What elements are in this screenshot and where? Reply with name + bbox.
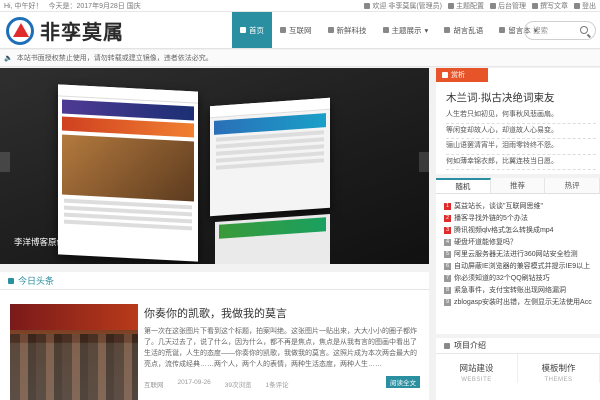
notice-bar: 🔈 本站书面授权禁止使用，请勿转载或建立镜像，违者依法必究。 — [0, 50, 600, 67]
user-icon — [364, 2, 371, 9]
list-item[interactable]: 8 紧急事件，支付宝转账出现网络漏洞 — [444, 284, 594, 296]
home-icon — [240, 27, 246, 33]
page: { "topbar": { "greeting": "Hi, 中午好！", "d… — [0, 0, 600, 400]
greeting-text: Hi, 中午好！ — [4, 2, 43, 10]
bookmark-icon — [8, 277, 14, 284]
panel-title: 今日头条 — [18, 276, 55, 286]
globe-icon — [280, 27, 286, 33]
list-item[interactable]: 3 腾讯视频qlv格式怎么转换成mp4 — [444, 224, 594, 236]
list-item[interactable]: 4 硬盘坏道能修复吗？ — [444, 236, 594, 248]
chat-icon — [444, 27, 451, 33]
panel-header: 今日头条 — [0, 272, 429, 290]
today-headline-panel: 今日头条 你奏你的凯歌，我做我的莫言 第一次在这张图片下看到这个标题，拍案叫绝。… — [0, 272, 429, 400]
main-nav: 首页 互联网 新鲜科技 主题展示 ▾ 胡言乱语 留言本 ▾ — [232, 12, 546, 48]
featured-slider[interactable]: 李洋博客原创Inflect主题 — [0, 68, 429, 264]
site-logo[interactable]: 非孪莫属 — [6, 16, 124, 45]
poem-line: 人生若只如初见，何事秋风悲画扇。 — [446, 108, 596, 124]
date-text: 今天是：2017年9月28日 国庆 — [48, 2, 141, 10]
project-intro-panel: 项目介绍 网站建设 WEBSITE 模板制作 THEMES — [436, 338, 600, 400]
list-item[interactable]: 2 播客寻找外链的5个办法 — [444, 212, 594, 224]
article-meta: 互联网 2017-09-26 39次浏览 1条评论 — [144, 379, 420, 389]
grid-icon — [382, 27, 389, 33]
notice-text: 本站书面授权禁止使用，请勿转载或建立镜像，违者依法必究。 — [16, 55, 213, 62]
list-item[interactable]: 1 莫益站长，谈谈"互联网思维" — [444, 200, 594, 212]
article-thumbnail[interactable] — [10, 304, 138, 400]
slider-prev-button[interactable] — [0, 152, 10, 172]
poem-title: 木兰词·拟古决绝词柬友 — [446, 92, 555, 104]
admin-link[interactable]: 后台管理 — [490, 1, 526, 11]
article-date: 2017-09-26 — [177, 379, 211, 386]
article-excerpt: 第一次在这张图片下看到这个标题，拍案叫绝。这张图片一贴出来，大大小小的圈子都炸了… — [144, 328, 417, 368]
tab-recommended[interactable]: 推荐 — [491, 178, 546, 193]
nav-item-internet[interactable]: 互联网 — [272, 12, 320, 48]
theme-settings-link[interactable]: 主题配置 — [448, 1, 484, 11]
list-item[interactable]: 5 阿里云服务器无法进行360网站安全检测 — [444, 248, 594, 260]
tab-random[interactable]: 随机 — [436, 178, 491, 193]
random-post-list: 1 莫益站长，谈谈"互联网思维" 2 播客寻找外链的5个办法 3 腾讯视频qlv格式怎… — [436, 194, 600, 334]
article-title[interactable]: 你奏你的凯歌，我做我的莫言 — [144, 305, 287, 321]
article-views: 39次浏览 — [224, 382, 252, 389]
project-themes[interactable]: 模板制作 THEMES — [518, 354, 600, 383]
clipboard-icon — [444, 342, 450, 349]
sidebar-tabs: 随机 推荐 热评 — [436, 178, 600, 194]
search-icon[interactable] — [580, 26, 588, 34]
search-input[interactable]: 搜索 — [524, 21, 596, 40]
chevron-down-icon: ▾ — [424, 25, 429, 35]
logout-link[interactable]: 登出 — [574, 1, 596, 11]
chip-icon — [327, 27, 334, 33]
poem-line: 骊山语罢清宵半，泪雨零铃终不怨。 — [446, 139, 596, 155]
article-category[interactable]: 互联网 — [144, 379, 164, 389]
panel-title: 项目介绍 — [454, 341, 486, 350]
nav-item-themes[interactable]: 主题展示 ▾ — [375, 12, 437, 48]
poem-badge: 赏析 — [436, 68, 488, 82]
logo-text: 非孪莫属 — [40, 20, 124, 44]
search-placeholder: 搜索 — [533, 26, 548, 35]
panel-header: 项目介绍 — [436, 338, 600, 354]
book-icon — [499, 27, 506, 33]
slider-next-button[interactable] — [419, 152, 429, 172]
article-comments[interactable]: 1条评论 — [265, 379, 288, 389]
nav-item-chat[interactable]: 胡言乱语 — [436, 12, 491, 48]
nav-item-home[interactable]: 首页 — [232, 12, 272, 48]
dashboard-icon — [490, 2, 496, 9]
poem-line: 何如薄幸锦衣郎，比翼连枝当日愿。 — [446, 155, 596, 170]
top-bar: Hi, 中午好！ 今天是：2017年9月28日 国庆 欢迎 非孪莫属(管理员) … — [0, 0, 600, 12]
poem-card: 赏析 木兰词·拟古决绝词柬友 人生若只如初见，何事秋风悲画扇。 等闲变却故人心，… — [436, 68, 600, 174]
logo-icon — [6, 16, 34, 45]
slide-screenshot — [215, 213, 330, 264]
read-more-button[interactable]: 阅读全文 — [386, 376, 420, 388]
list-item[interactable]: 6 自动屏蔽IE浏览器的兼容模式并提示IE9以上 — [444, 260, 594, 272]
post-link[interactable]: 撰写文章 — [532, 1, 568, 11]
project-website[interactable]: 网站建设 WEBSITE — [436, 354, 518, 383]
list-item[interactable]: 9 zblogasp安装时出错，左侧显示无法使用Acc — [444, 296, 594, 308]
nav-item-tech[interactable]: 新鲜科技 — [320, 12, 375, 48]
welcome-link[interactable]: 欢迎 非孪莫属(管理员) — [364, 1, 442, 11]
power-icon — [574, 2, 580, 9]
list-item[interactable]: 7 你必须知道的32个QQ刷钻技巧 — [444, 272, 594, 284]
speaker-icon: 🔈 — [4, 55, 13, 62]
poem-lines: 人生若只如初见，何事秋风悲画扇。 等闲变却故人心，却道故人心易变。 骊山语罢清宵… — [446, 108, 596, 170]
project-grid: 网站建设 WEBSITE 模板制作 THEMES — [436, 354, 600, 383]
tab-hot-comments[interactable]: 热评 — [545, 178, 600, 193]
flame-icon — [442, 72, 448, 78]
gear-icon — [448, 2, 454, 9]
slide-screenshot — [210, 97, 330, 217]
slide-caption[interactable]: 李洋博客原创Inflect主题 — [14, 236, 105, 248]
site-header: 非孪莫属 首页 互联网 新鲜科技 主题展示 ▾ 胡言乱语 留言本 ▾ 搜索 — [0, 12, 600, 49]
pencil-icon — [532, 2, 538, 9]
poem-line: 等闲变却故人心，却道故人心易变。 — [446, 124, 596, 139]
